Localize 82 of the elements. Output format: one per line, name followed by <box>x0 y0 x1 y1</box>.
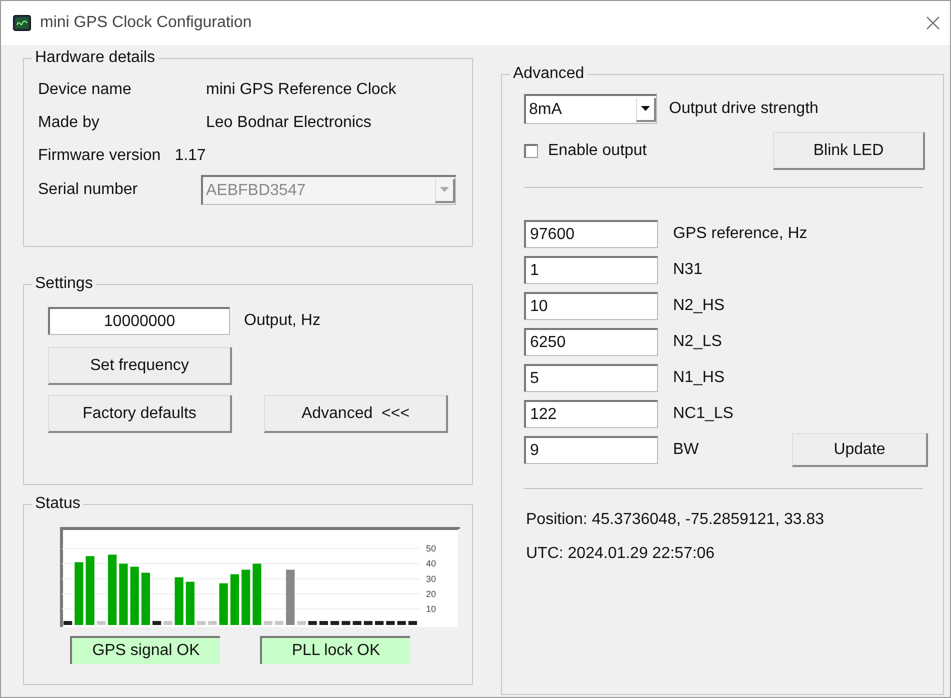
signal-bar <box>308 621 317 625</box>
parameter-field[interactable]: 10 <box>524 292 658 320</box>
blink-led-button[interactable]: Blink LED <box>773 132 925 170</box>
signal-bar <box>197 621 206 625</box>
field-label: Serial number <box>38 181 139 199</box>
drive-strength-dropdown[interactable]: 8mA <box>524 94 657 124</box>
field-value: 1.17 <box>174 146 206 164</box>
signal-bar <box>375 621 384 625</box>
signal-bar <box>208 621 217 625</box>
close-icon[interactable] <box>926 16 940 30</box>
group-title: Advanced <box>512 65 586 83</box>
signal-bar <box>342 621 350 625</box>
signal-bar <box>297 621 306 625</box>
status-indicator: PLL lock OK <box>260 636 410 664</box>
axis-tick-label: 50 <box>426 544 436 554</box>
dropdown-caret-icon <box>641 106 650 111</box>
signal-bar <box>108 554 117 625</box>
utc-time-text: UTC: 2024.01.29 22:57:06 <box>526 545 715 563</box>
signal-bar <box>386 621 395 625</box>
signal-bar <box>64 621 72 625</box>
signal-bar <box>96 621 106 625</box>
dropdown-caret-icon <box>440 187 449 192</box>
field-label: Output drive strength <box>669 100 818 118</box>
advanced-toggle-button[interactable]: Advanced <<< <box>264 395 448 433</box>
position-text: Position: 45.3736048, -75.2859121, 33.83 <box>526 511 824 529</box>
field-label: N1_HS <box>673 369 725 387</box>
parameter-field[interactable]: 6250 <box>524 328 658 356</box>
axis-tick-label: 10 <box>426 604 436 614</box>
signal-bar <box>319 621 328 625</box>
parameter-field[interactable]: 5 <box>524 364 658 392</box>
axis-tick-label: 20 <box>426 588 436 599</box>
field-label: Firmware version <box>38 146 161 164</box>
signal-bar <box>219 583 228 625</box>
group-title: Hardware details <box>34 49 156 67</box>
signal-bar <box>230 574 239 625</box>
field-label: N31 <box>673 261 702 279</box>
update-button[interactable]: Update <box>792 433 928 467</box>
signal-bar <box>119 564 128 625</box>
signal-bar <box>174 577 184 625</box>
field-label: GPS reference, Hz <box>673 225 808 243</box>
group-title: Status <box>34 495 82 513</box>
signal-bar <box>252 564 262 625</box>
field-value: Leo Bodnar Electronics <box>206 114 372 132</box>
checkbox-label: Enable output <box>548 142 647 160</box>
field-label: BW <box>673 441 700 459</box>
field-label: Device name <box>38 80 132 98</box>
signal-bar <box>130 566 139 625</box>
signal-bar <box>141 572 150 625</box>
signal-bar <box>330 621 340 625</box>
field-label: Output, Hz <box>244 312 320 330</box>
signal-bar <box>352 621 362 625</box>
signal-bar <box>364 621 372 625</box>
set-frequency-button[interactable]: Set frequency <box>48 347 232 385</box>
signal-bar <box>264 621 272 625</box>
window-title: mini GPS Clock Configuration <box>40 14 253 32</box>
parameter-field[interactable]: 97600 <box>524 220 658 248</box>
axis-tick-label: 30 <box>426 574 436 584</box>
factory-defaults-button[interactable]: Factory defaults <box>48 395 232 433</box>
signal-bar <box>164 621 172 625</box>
field-label: Made by <box>38 114 100 132</box>
axis-tick-label: 40 <box>426 558 436 569</box>
parameter-field[interactable]: 122 <box>524 400 658 428</box>
enable-output-checkbox[interactable] <box>524 144 538 158</box>
parameter-field[interactable]: 9 <box>524 436 658 464</box>
signal-bar <box>242 570 250 625</box>
status-indicator: GPS signal OK <box>70 636 220 664</box>
field-label: N2_HS <box>673 297 725 315</box>
signal-bar <box>274 621 284 625</box>
group-title: Settings <box>34 275 94 293</box>
signal-bar <box>86 556 94 625</box>
signal-bar <box>186 582 194 625</box>
signal-bar <box>408 621 417 625</box>
signal-bar <box>74 562 84 625</box>
field-label: NC1_LS <box>673 405 734 423</box>
frequency-field[interactable]: 10000000 <box>48 307 230 335</box>
app-icon <box>13 15 31 31</box>
parameter-field[interactable]: 1 <box>524 256 658 284</box>
field-label: N2_LS <box>673 333 722 351</box>
signal-bar <box>152 621 162 625</box>
field-value: mini GPS Reference Clock <box>206 80 396 98</box>
signal-bar <box>397 621 406 625</box>
signal-bar <box>286 570 295 625</box>
